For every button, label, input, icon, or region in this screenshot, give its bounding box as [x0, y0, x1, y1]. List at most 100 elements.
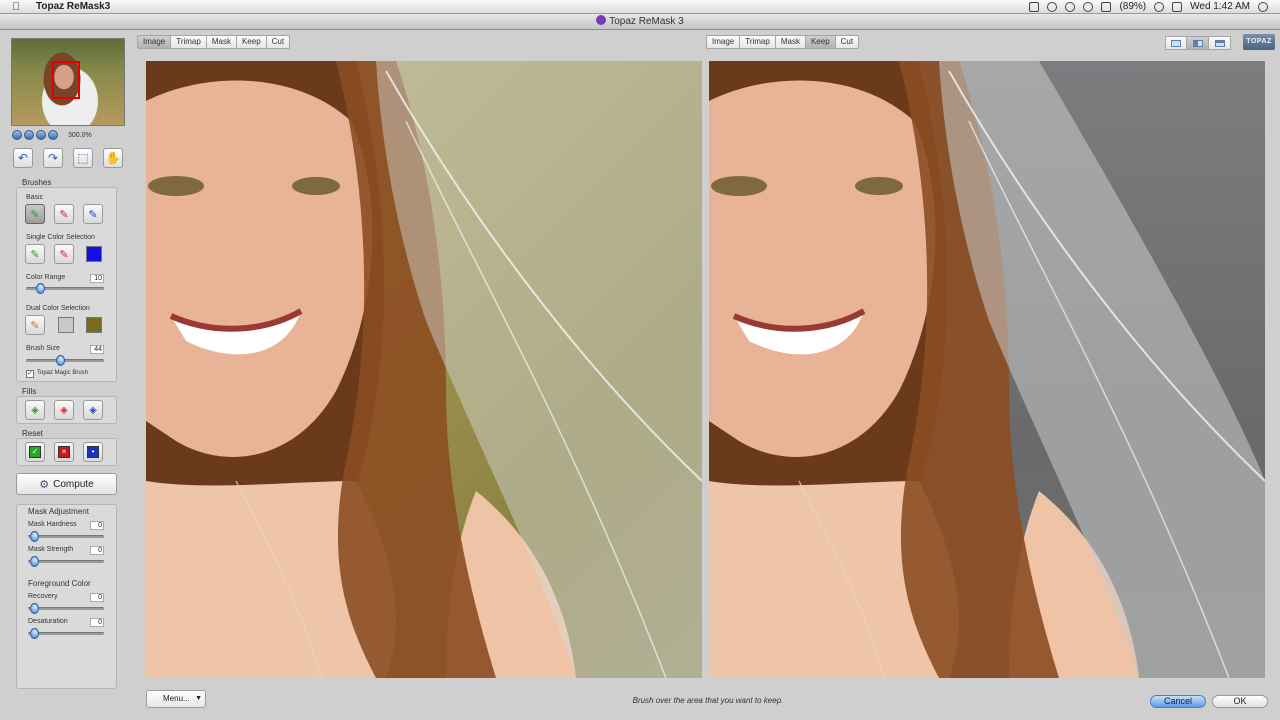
adjustment-group: Mask Adjustment Mask Hardness 0 Mask Str…	[16, 504, 117, 689]
color-range-knob[interactable]	[35, 283, 45, 294]
dual-view-icon[interactable]	[1209, 36, 1231, 50]
brush-size-knob[interactable]	[56, 355, 66, 366]
brush-size-value[interactable]: 44	[90, 345, 104, 354]
redo-icon[interactable]: ↷	[43, 148, 63, 168]
magic-brush-checkbox[interactable]: ✓	[26, 370, 34, 378]
mask-strength-slider[interactable]	[28, 560, 104, 563]
brush-size-label: Brush Size	[26, 345, 60, 352]
single-keep-brush-icon[interactable]: ✎	[25, 244, 45, 264]
cancel-button[interactable]: Cancel	[1150, 695, 1206, 708]
reset-cut-button[interactable]: ×	[54, 442, 74, 462]
mask-hardness-label: Mask Hardness	[28, 521, 77, 528]
desaturation-slider[interactable]	[28, 632, 104, 635]
brushes-title: Brushes	[22, 178, 52, 187]
history-tools: ↶ ↷ ⬚ ✋	[13, 148, 123, 168]
keep-brush-icon[interactable]: ✎	[25, 204, 45, 224]
sync-icon[interactable]	[1065, 1, 1076, 12]
cut-fill-icon[interactable]: ◈	[54, 400, 74, 420]
recovery-knob[interactable]	[30, 603, 39, 614]
selection-icon[interactable]: ⬚	[73, 148, 93, 168]
original-photo	[146, 61, 702, 678]
left-view-tabs: Image Trimap Mask Keep Cut	[137, 35, 291, 49]
desaturation-knob[interactable]	[30, 628, 39, 639]
right-tab-trimap[interactable]: Trimap	[740, 35, 776, 49]
left-tab-image[interactable]: Image	[137, 35, 172, 49]
navigator-thumbnail[interactable]	[11, 38, 125, 126]
cut-brush-icon[interactable]: ✎	[54, 204, 74, 224]
keep-fill-icon[interactable]: ◈	[25, 400, 45, 420]
mask-hardness-knob[interactable]	[30, 531, 39, 542]
split-view-icon[interactable]	[1187, 36, 1209, 50]
volume-icon[interactable]	[1172, 1, 1183, 12]
right-tab-keep[interactable]: Keep	[805, 35, 836, 49]
recovery-slider[interactable]	[28, 607, 104, 610]
compute-button[interactable]: ⚙ Compute	[16, 473, 117, 495]
spotlight-icon[interactable]	[1258, 1, 1268, 12]
basic-label: Basic	[26, 194, 44, 201]
original-image-view[interactable]	[146, 61, 702, 678]
dual-color-swatch-2[interactable]	[86, 317, 102, 333]
dual-color-brush-icon[interactable]: ✎	[25, 315, 45, 335]
desaturation-label: Desaturation	[28, 618, 68, 625]
ok-button[interactable]: OK	[1212, 695, 1268, 708]
left-tab-trimap[interactable]: Trimap	[171, 35, 207, 49]
reset-group: ✓ × •	[16, 438, 117, 466]
foreground-color-title: Foreground Color	[28, 579, 91, 588]
zoom-actual-icon[interactable]	[24, 130, 34, 140]
zoom-fit-icon[interactable]	[12, 130, 22, 140]
right-tab-cut[interactable]: Cut	[835, 35, 860, 49]
app-menu[interactable]: Topaz ReMask3	[36, 1, 110, 12]
recovery-label: Recovery	[28, 593, 58, 600]
menubar-clock[interactable]: Wed 1:42 AM	[1190, 1, 1250, 12]
screen-record-icon[interactable]	[1029, 1, 1040, 12]
left-tab-keep[interactable]: Keep	[236, 35, 267, 49]
brushes-group: Basic ✎ ✎ ✎ Single Color Selection ✎ ✎ C…	[16, 187, 117, 382]
single-color-swatch[interactable]	[86, 246, 102, 262]
compute-label: Compute	[53, 478, 94, 490]
dual-color-swatch-1[interactable]	[58, 317, 74, 333]
mask-strength-knob[interactable]	[30, 556, 39, 567]
single-view-icon[interactable]	[1165, 36, 1187, 50]
color-range-value[interactable]: 10	[90, 274, 104, 283]
keep-result-view[interactable]	[709, 61, 1265, 678]
clock-icon[interactable]	[1083, 1, 1094, 12]
mask-strength-value[interactable]: 0	[90, 546, 104, 555]
mask-hardness-value[interactable]: 0	[90, 521, 104, 530]
compute-icon: ⚙	[39, 478, 50, 491]
left-tab-cut[interactable]: Cut	[266, 35, 291, 49]
left-tab-mask[interactable]: Mask	[206, 35, 237, 49]
topaz-brand-logo: TOPAZ	[1243, 34, 1275, 50]
apple-icon[interactable]: 	[12, 1, 24, 13]
right-tab-mask[interactable]: Mask	[775, 35, 806, 49]
recovery-value[interactable]: 0	[90, 593, 104, 602]
single-color-label: Single Color Selection	[26, 234, 95, 241]
wifi-icon[interactable]	[1154, 1, 1165, 12]
zoom-out-icon[interactable]	[48, 130, 58, 140]
dual-color-label: Dual Color Selection	[26, 305, 90, 312]
control-panel: 300.0% ↶ ↷ ⬚ ✋ Brushes Basic ✎ ✎ ✎ Singl…	[10, 36, 128, 696]
zoom-in-icon[interactable]	[36, 130, 46, 140]
window-title-bar: Topaz ReMask 3	[0, 14, 1280, 30]
battery-status[interactable]: (89%)	[1119, 1, 1146, 12]
reset-keep-button[interactable]: ✓	[25, 442, 45, 462]
view-mode-switch	[1165, 36, 1231, 50]
hand-tool-icon[interactable]: ✋	[103, 148, 123, 168]
time-machine-icon[interactable]	[1047, 1, 1058, 12]
mask-hardness-slider[interactable]	[28, 535, 104, 538]
magic-brush-label: Topaz Magic Brush	[37, 370, 89, 376]
fills-group: ◈ ◈ ◈	[16, 396, 117, 424]
navigator-viewport-box[interactable]	[52, 61, 80, 99]
status-message: Brush over the area that you want to kee…	[632, 696, 784, 705]
fills-title: Fills	[22, 387, 37, 396]
bluetooth-icon[interactable]	[1101, 1, 1112, 12]
right-view-tabs: Image Trimap Mask Keep Cut	[706, 35, 860, 49]
compute-fill-icon[interactable]: ◈	[83, 400, 103, 420]
undo-icon[interactable]: ↶	[13, 148, 33, 168]
compute-brush-icon[interactable]: ✎	[83, 204, 103, 224]
single-cut-brush-icon[interactable]: ✎	[54, 244, 74, 264]
right-tab-image[interactable]: Image	[706, 35, 741, 49]
reset-compute-button[interactable]: •	[83, 442, 103, 462]
system-menu-bar:  Topaz ReMask3 (89%) Wed 1:42 AM	[0, 0, 1280, 14]
desaturation-value[interactable]: 0	[90, 618, 104, 627]
zoom-controls: 300.0%	[12, 130, 92, 140]
